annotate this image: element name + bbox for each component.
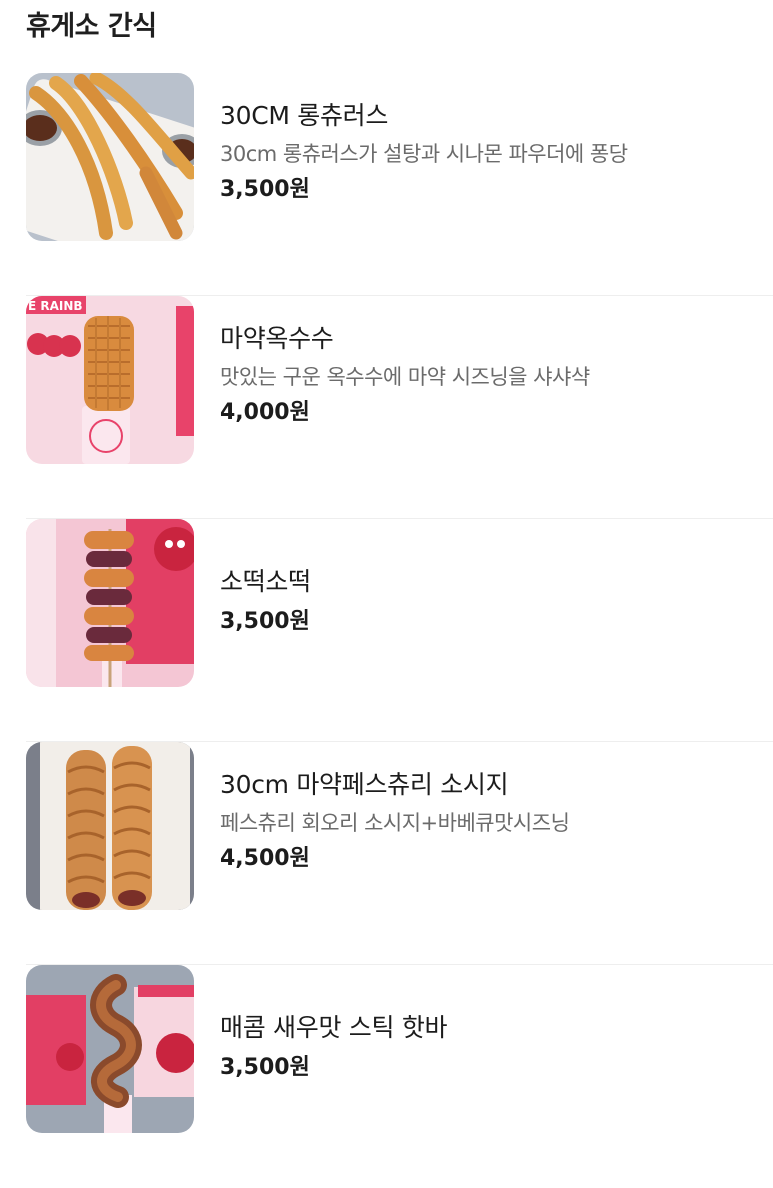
corn-image: E RAINB [26,296,194,464]
menu-item-sotteok[interactable]: 소떡소떡 3,500원 [26,519,773,742]
item-price: 3,500원 [220,1055,310,1080]
item-name: 30CM 롱츄러스 [220,101,389,130]
item-description: 30cm 롱츄러스가 설탕과 시나몬 파우더에 퐁당 [220,142,628,166]
item-description: 맛있는 구운 옥수수에 마약 시즈닝을 샤샤샥 [220,365,590,389]
item-name: 매콤 새우맛 스틱 핫바 [220,1013,448,1042]
shrimp-hotbar-photo [26,965,194,1133]
menu-item-corn[interactable]: E RAINB 마약옥수수 맛있는 구운 옥수수에 마약 시즈닝을 샤샤샥 4,… [26,296,773,519]
item-price: 4,500원 [220,846,310,871]
shrimp-hotbar-image [26,965,194,1133]
item-price: 3,500원 [220,177,310,202]
item-description: 페스츄리 회오리 소시지+바베큐맛시즈닝 [220,811,570,835]
sotteok-photo [26,519,194,687]
item-name: 소떡소떡 [220,567,311,596]
item-price: 3,500원 [220,609,310,634]
sotteok-image [26,519,194,687]
item-price: 4,000원 [220,400,310,425]
churros-photo [26,73,194,241]
menu-item-pastry-sausage[interactable]: 30cm 마약페스츄리 소시지 페스츄리 회오리 소시지+바베큐맛시즈닝 4,5… [26,742,773,965]
item-name: 30cm 마약페스츄리 소시지 [220,770,509,799]
corn-photo: E RAINB [26,296,194,464]
churros-image [26,73,194,241]
pastry-sausage-image [26,742,194,910]
item-name: 마약옥수수 [220,324,334,353]
pastry-sausage-photo [26,742,194,910]
svg-text:E RAINB: E RAINB [28,299,83,313]
section-title: 휴게소 간식 [26,11,157,42]
menu-item-churros[interactable]: 30CM 롱츄러스 30cm 롱츄러스가 설탕과 시나몬 파우더에 퐁당 3,5… [26,73,773,296]
